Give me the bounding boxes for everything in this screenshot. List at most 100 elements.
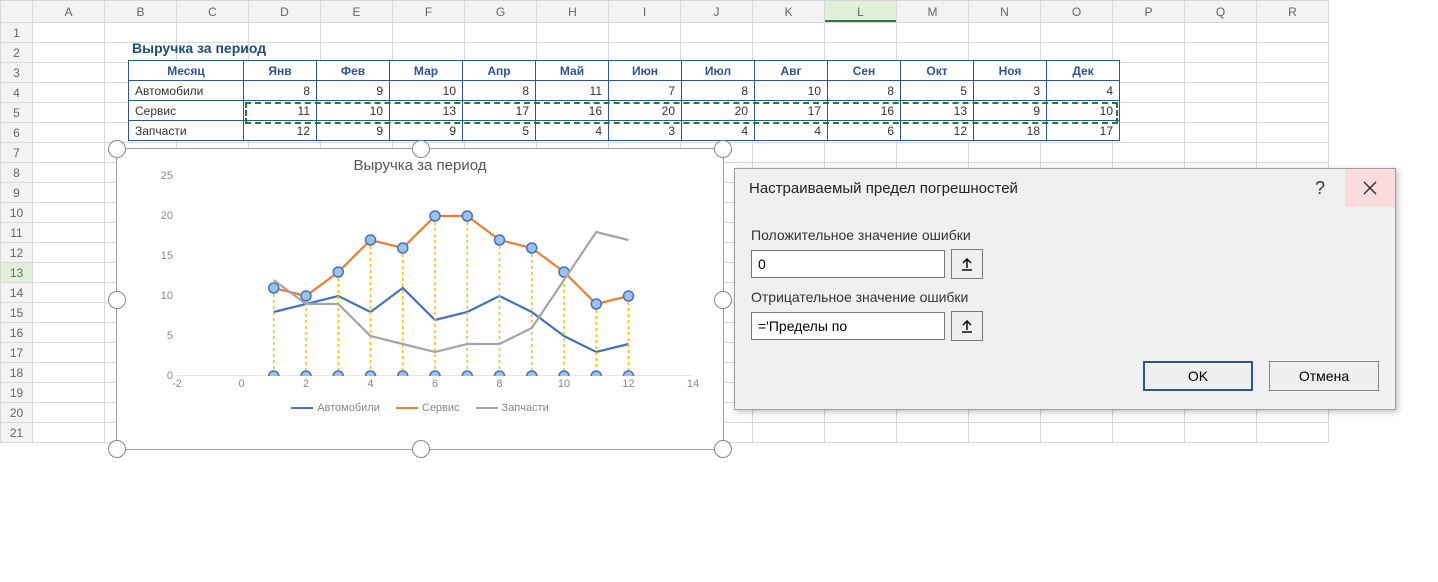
table-cell[interactable]: 8 bbox=[828, 81, 901, 101]
row-header[interactable]: 15 bbox=[1, 303, 33, 323]
row-header[interactable]: 7 bbox=[1, 143, 33, 163]
column-header[interactable]: H bbox=[537, 1, 609, 23]
table-cell[interactable]: 9 bbox=[974, 101, 1047, 121]
column-header[interactable]: R bbox=[1257, 1, 1329, 23]
column-header[interactable]: J bbox=[681, 1, 753, 23]
cell[interactable] bbox=[1185, 143, 1257, 163]
cell[interactable] bbox=[1257, 43, 1329, 63]
row-header[interactable]: 4 bbox=[1, 83, 33, 103]
cell[interactable] bbox=[33, 243, 105, 263]
table-cell[interactable]: 10 bbox=[1047, 101, 1120, 121]
embedded-chart[interactable]: Выручка за период 0510152025 -2024681012… bbox=[116, 148, 724, 450]
resize-handle[interactable] bbox=[108, 140, 126, 158]
table-cell[interactable]: 11 bbox=[536, 81, 609, 101]
table-cell[interactable]: 8 bbox=[463, 81, 536, 101]
cell[interactable] bbox=[897, 423, 969, 443]
column-header[interactable]: F bbox=[393, 1, 465, 23]
column-header[interactable]: D bbox=[249, 1, 321, 23]
resize-handle[interactable] bbox=[714, 440, 732, 458]
table-cell[interactable]: 12 bbox=[244, 121, 317, 141]
cell[interactable] bbox=[897, 143, 969, 163]
row-header[interactable]: 2 bbox=[1, 43, 33, 63]
row-header[interactable]: 12 bbox=[1, 243, 33, 263]
table-cell[interactable]: 10 bbox=[755, 81, 828, 101]
table-cell[interactable]: 10 bbox=[390, 81, 463, 101]
table-cell[interactable]: 3 bbox=[609, 121, 682, 141]
table-cell[interactable]: 13 bbox=[901, 101, 974, 121]
table-cell[interactable]: 17 bbox=[463, 101, 536, 121]
cell[interactable] bbox=[33, 283, 105, 303]
cell[interactable] bbox=[969, 423, 1041, 443]
data-table[interactable]: МесяцЯнвФевМарАпрМайИюнИюлАвгСенОктНояДе… bbox=[128, 60, 1120, 141]
cell[interactable] bbox=[537, 23, 609, 43]
resize-handle[interactable] bbox=[714, 291, 732, 309]
cell[interactable] bbox=[1113, 123, 1185, 143]
row-header[interactable]: 13 bbox=[1, 263, 33, 283]
column-header[interactable]: I bbox=[609, 1, 681, 23]
column-header[interactable]: Q bbox=[1185, 1, 1257, 23]
cell[interactable] bbox=[681, 23, 753, 43]
positive-error-input[interactable] bbox=[751, 250, 945, 278]
cancel-button[interactable]: Отмена bbox=[1269, 361, 1379, 391]
cell[interactable] bbox=[33, 83, 105, 103]
row-header[interactable]: 11 bbox=[1, 223, 33, 243]
row-header[interactable]: 5 bbox=[1, 103, 33, 123]
cell[interactable] bbox=[1257, 83, 1329, 103]
column-header[interactable]: G bbox=[465, 1, 537, 23]
cell[interactable] bbox=[33, 263, 105, 283]
cell[interactable] bbox=[1113, 83, 1185, 103]
row-header[interactable]: 1 bbox=[1, 23, 33, 43]
cell[interactable] bbox=[1185, 43, 1257, 63]
cell[interactable] bbox=[1113, 63, 1185, 83]
row-header[interactable]: 18 bbox=[1, 363, 33, 383]
row-header[interactable]: 6 bbox=[1, 123, 33, 143]
row-header[interactable]: 9 bbox=[1, 183, 33, 203]
table-cell[interactable]: 9 bbox=[390, 121, 463, 141]
table-cell[interactable]: 10 bbox=[317, 101, 390, 121]
row-header[interactable]: 14 bbox=[1, 283, 33, 303]
cell[interactable] bbox=[33, 63, 105, 83]
cell[interactable] bbox=[1113, 103, 1185, 123]
table-cell[interactable]: 9 bbox=[317, 81, 390, 101]
cell[interactable] bbox=[1185, 423, 1257, 443]
column-header[interactable]: K bbox=[753, 1, 825, 23]
cell[interactable] bbox=[1257, 63, 1329, 83]
row-header[interactable]: 8 bbox=[1, 163, 33, 183]
cell[interactable] bbox=[33, 43, 105, 63]
cell[interactable] bbox=[33, 183, 105, 203]
table-cell[interactable]: 16 bbox=[828, 101, 901, 121]
table-cell[interactable]: 17 bbox=[755, 101, 828, 121]
resize-handle[interactable] bbox=[108, 291, 126, 309]
ok-button[interactable]: OK bbox=[1143, 361, 1253, 391]
table-cell[interactable]: 4 bbox=[1047, 81, 1120, 101]
cell[interactable] bbox=[1113, 143, 1185, 163]
row-header[interactable]: 19 bbox=[1, 383, 33, 403]
cell[interactable] bbox=[33, 383, 105, 403]
cell[interactable] bbox=[969, 143, 1041, 163]
cell[interactable] bbox=[33, 203, 105, 223]
column-header[interactable]: L bbox=[825, 1, 897, 23]
cell[interactable] bbox=[33, 23, 105, 43]
row-header[interactable]: 21 bbox=[1, 423, 33, 443]
table-cell[interactable]: 4 bbox=[682, 121, 755, 141]
cell[interactable] bbox=[33, 343, 105, 363]
table-cell[interactable]: 4 bbox=[755, 121, 828, 141]
cell[interactable] bbox=[33, 123, 105, 143]
help-button[interactable]: ? bbox=[1295, 169, 1345, 207]
table-cell[interactable]: 20 bbox=[682, 101, 755, 121]
error-bounds-dialog[interactable]: Настраиваемый предел погрешностей ? Поло… bbox=[734, 168, 1396, 410]
cell[interactable] bbox=[393, 23, 465, 43]
resize-handle[interactable] bbox=[714, 140, 732, 158]
table-cell[interactable]: 5 bbox=[901, 81, 974, 101]
cell[interactable] bbox=[825, 143, 897, 163]
table-cell[interactable]: 8 bbox=[244, 81, 317, 101]
column-header[interactable]: B bbox=[105, 1, 177, 23]
cell[interactable] bbox=[753, 23, 825, 43]
cell[interactable] bbox=[753, 423, 825, 443]
cell[interactable] bbox=[1185, 23, 1257, 43]
table-cell[interactable]: 17 bbox=[1047, 121, 1120, 141]
cell[interactable] bbox=[33, 103, 105, 123]
cell[interactable] bbox=[1185, 83, 1257, 103]
cell[interactable] bbox=[321, 23, 393, 43]
cell[interactable] bbox=[753, 143, 825, 163]
